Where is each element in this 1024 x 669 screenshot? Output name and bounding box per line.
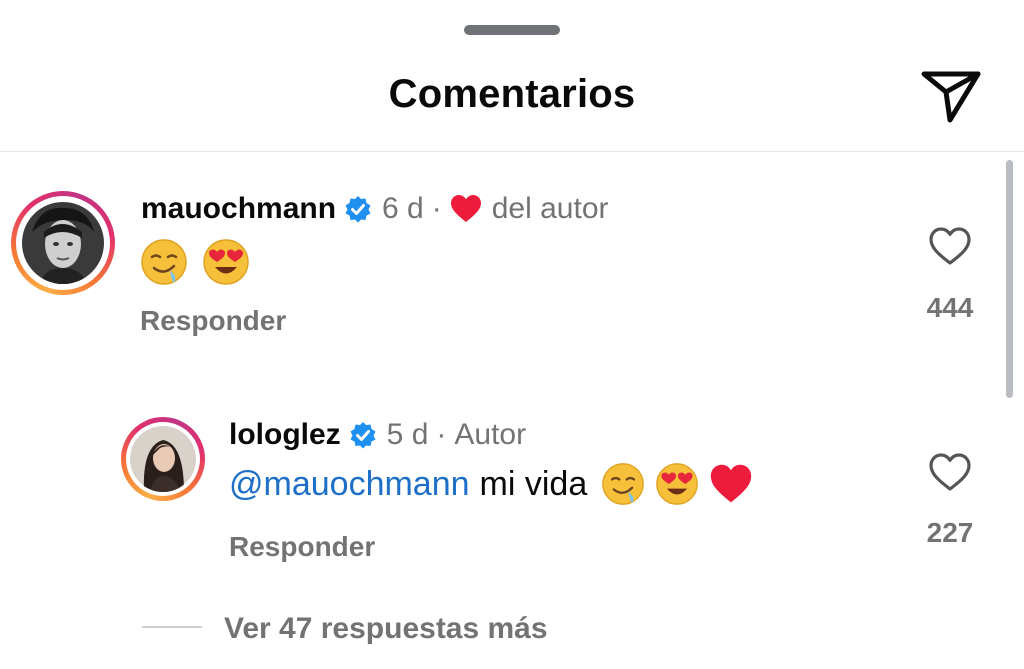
comment-body: mi vida <box>479 464 588 503</box>
red-heart-icon <box>711 464 752 503</box>
comment-meta: lologlez 5 d · Autor <box>229 418 526 452</box>
avatar[interactable] <box>11 191 115 295</box>
avatar[interactable] <box>121 417 205 501</box>
sheet-title: Comentarios <box>388 72 636 116</box>
share-icon[interactable] <box>920 68 982 124</box>
username[interactable]: mauochmann <box>141 192 336 226</box>
separator-dot: · <box>436 418 447 451</box>
comment-meta: mauochmann 6 d · del autor <box>141 192 609 226</box>
avatar-photo <box>22 202 104 284</box>
mention-link[interactable]: @mauochmann <box>229 465 470 504</box>
like-count: 444 <box>926 292 974 323</box>
heart-outline-icon <box>929 227 971 265</box>
heart-outline-icon <box>929 453 971 491</box>
reply-button[interactable]: Responder <box>140 305 286 337</box>
heart-eyes-face-icon <box>656 463 699 505</box>
separator-dot: · <box>431 192 442 225</box>
heart-eyes-face-icon <box>203 239 249 285</box>
comment-time: 6 d <box>382 192 424 225</box>
comment-text: @mauochmann mi vida <box>229 462 763 506</box>
heart-icon <box>450 195 481 222</box>
like-count: 227 <box>926 517 974 548</box>
verified-badge-icon <box>350 422 376 449</box>
sheet-header: Comentarios <box>0 50 1024 152</box>
view-more-replies-button[interactable]: Ver 47 respuestas más <box>224 612 548 646</box>
username[interactable]: lologlez <box>229 418 341 452</box>
verified-badge-icon <box>345 196 371 223</box>
drooling-face-icon <box>602 463 645 505</box>
avatar-photo <box>130 426 196 492</box>
comment-text <box>140 238 264 286</box>
author-liked-tag: del autor <box>491 192 609 225</box>
thread-divider <box>142 626 202 628</box>
like-button[interactable] <box>920 452 980 497</box>
reply-button[interactable]: Responder <box>229 531 375 563</box>
drooling-face-icon <box>141 239 187 285</box>
comments-sheet: Comentarios mauochmann 6 d · del autor R… <box>0 0 1024 669</box>
like-button[interactable] <box>920 226 980 271</box>
sheet-grabber[interactable] <box>464 25 560 35</box>
author-tag: Autor <box>454 418 527 451</box>
scrollbar[interactable] <box>1006 160 1013 398</box>
comment-time: 5 d <box>386 418 429 451</box>
